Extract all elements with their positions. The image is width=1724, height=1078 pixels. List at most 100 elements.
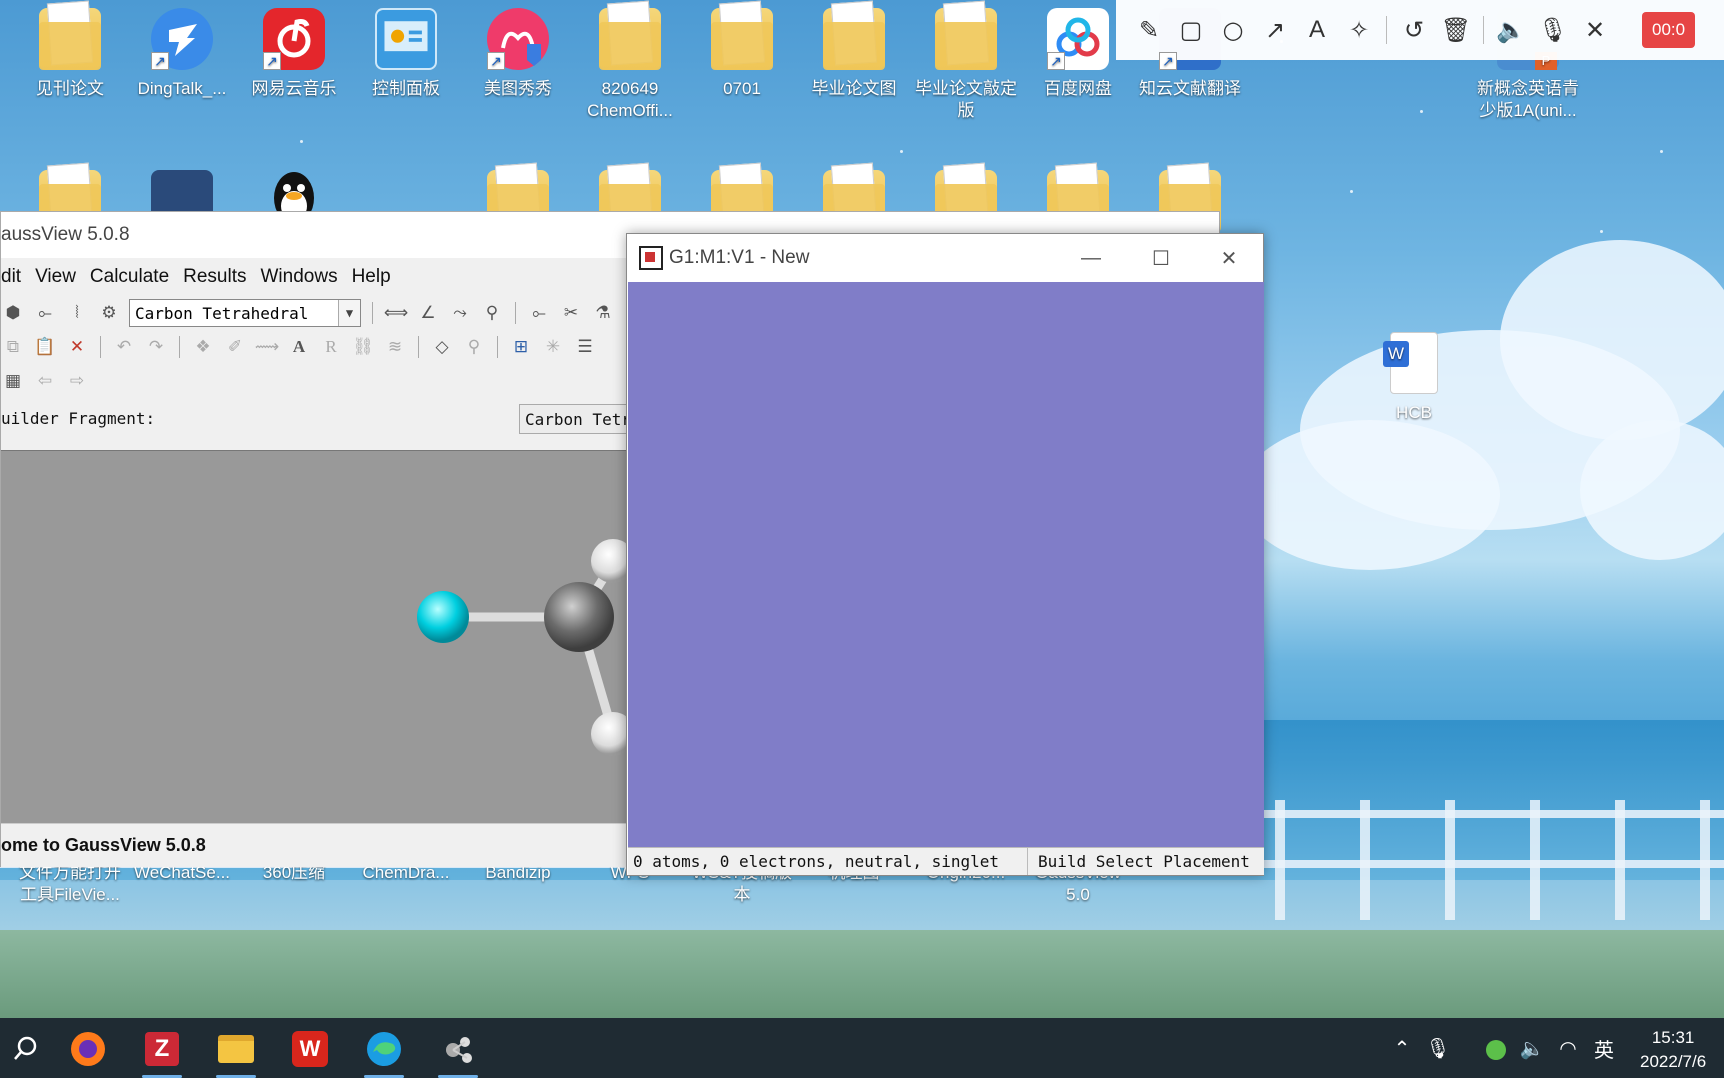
desktop-icon-label: 网易云音乐	[251, 79, 337, 98]
desktop-icon[interactable]: ↗ 美图秀秀	[463, 8, 573, 100]
chevron-down-icon[interactable]: ▼	[338, 300, 360, 326]
screen-record-toolbar: ✎ ▢ ○ ↗ A ✧ ↺ 🗑 🔈 🎙 ✕ 00:0	[1116, 0, 1724, 60]
wps-logo: W	[292, 1031, 328, 1067]
r-label-icon[interactable]: R	[319, 335, 343, 359]
app-tray-icon[interactable]	[1478, 1036, 1514, 1060]
close-icon[interactable]: ✕	[1574, 10, 1616, 50]
menu-calculate[interactable]: Calculate	[83, 266, 176, 288]
desktop-icon[interactable]: 毕业论文图	[799, 8, 909, 100]
desktop-icon-label: DingTalk_...	[137, 79, 227, 98]
builder-fragment-field[interactable]: Carbon Tetr	[519, 404, 639, 434]
r-group-icon[interactable]: ⟜	[33, 301, 57, 325]
back-arrow-icon[interactable]: ⇦	[33, 369, 57, 393]
molecule-info: 0 atoms, 0 electrons, neutral, singlet	[628, 848, 1028, 875]
trash-icon[interactable]: 🗑	[1435, 10, 1477, 50]
molecule-canvas[interactable]	[628, 282, 1264, 847]
element-icon[interactable]: ⬢	[1, 301, 25, 325]
dihedral-icon[interactable]: ⤳	[448, 301, 472, 325]
desktop-icon-label: 知云文献翻译	[1139, 79, 1241, 98]
arrow-icon[interactable]: ↗	[1254, 10, 1296, 50]
firefox-icon[interactable]	[62, 1026, 114, 1072]
desktop-icon-label: 控制面板	[372, 79, 440, 98]
desktop-icon[interactable]: W HCB	[1359, 332, 1469, 424]
clean-icon[interactable]: ⚗	[591, 301, 615, 325]
desktop-icon[interactable]: 0701	[687, 8, 797, 100]
custom-fragment-icon[interactable]: ⚙	[97, 301, 121, 325]
grid-icon[interactable]: ▦	[1, 369, 25, 393]
shortcut-arrow-icon: ↗	[1159, 52, 1177, 70]
desktop-icon[interactable]: ↗ 网易云音乐	[239, 8, 349, 100]
record-timer[interactable]: 00:0	[1642, 12, 1696, 48]
pen-icon[interactable]: ✎	[1128, 10, 1170, 50]
paste-icon[interactable]: 📋	[33, 335, 57, 359]
meitu-icon: ↗	[487, 8, 549, 70]
delete-atom-icon[interactable]: ✂	[559, 301, 583, 325]
folder-icon	[935, 8, 997, 70]
desktop-icon[interactable]: 毕业论文敲定版	[911, 8, 1021, 122]
add-view-icon[interactable]: ⊞	[509, 335, 533, 359]
desktop-icon[interactable]: 820649 ChemOffi...	[575, 8, 685, 122]
diamond-icon[interactable]: ◇	[430, 335, 454, 359]
bond-icon[interactable]: ⟺	[384, 301, 408, 325]
angle-icon[interactable]: ∠	[416, 301, 440, 325]
copy-icon[interactable]: ⧉	[1, 335, 25, 359]
close-icon[interactable]: ✕	[1209, 242, 1249, 274]
desktop-icon-label: HCB	[1396, 403, 1432, 422]
speaker-icon[interactable]: 🔈	[1514, 1036, 1550, 1060]
desktop-icon[interactable]: 文件万能打开工具FileVie...	[15, 862, 125, 906]
clock[interactable]: 15:31 2022/7/6	[1640, 1026, 1706, 1074]
ring-icon[interactable]: ⦚	[65, 301, 89, 325]
fragment-preview-viewer[interactable]	[1, 450, 641, 823]
wps-icon[interactable]: W	[284, 1026, 336, 1072]
atom-select-icon[interactable]: ✳	[541, 335, 565, 359]
fragment-select[interactable]: Carbon Tetrahedral ▼	[129, 299, 361, 327]
microphone-icon[interactable]: 🎙	[1532, 10, 1574, 50]
layers-icon[interactable]: ≋	[383, 335, 407, 359]
undo-icon[interactable]: ↺	[1393, 10, 1435, 50]
desktop-icon-label: 820649 ChemOffi...	[587, 79, 673, 120]
toolbar-separator	[1483, 16, 1484, 44]
desktop-icon[interactable]: 控制面板	[351, 8, 461, 100]
forward-arrow-icon[interactable]: ⇨	[65, 369, 89, 393]
menu-results[interactable]: Results	[176, 266, 253, 288]
search-icon[interactable]	[0, 1026, 52, 1072]
magic-wand-icon[interactable]: ✧	[1338, 10, 1380, 50]
text-label-icon[interactable]: A	[287, 335, 311, 359]
settings-icon[interactable]: ☰	[573, 335, 597, 359]
menu-help[interactable]: Help	[345, 266, 398, 288]
speaker-icon[interactable]: 🔈	[1490, 10, 1532, 50]
window-title-bar[interactable]: G1:M1:V1 - New — ☐ ✕	[627, 234, 1263, 282]
link-icon[interactable]: ⛓	[351, 335, 375, 359]
ime-indicator[interactable]: 英	[1586, 1034, 1622, 1063]
minimize-icon[interactable]: —	[1071, 242, 1111, 274]
file-explorer-icon[interactable]	[210, 1026, 262, 1078]
maximize-icon[interactable]: ☐	[1141, 242, 1181, 274]
rectangle-icon[interactable]: ▢	[1170, 10, 1212, 50]
text-icon[interactable]: A	[1296, 10, 1338, 50]
cloud	[1500, 240, 1724, 440]
inquire-icon[interactable]: ⚲	[480, 301, 504, 325]
desktop-icon[interactable]: 见刊论文	[15, 8, 125, 100]
circle-icon[interactable]: ○	[1212, 10, 1254, 50]
gaussview-icon[interactable]	[432, 1026, 484, 1078]
brush-icon[interactable]: ✐	[223, 335, 247, 359]
symmetry-icon[interactable]: ❖	[191, 335, 215, 359]
menu-edit[interactable]: dit	[1, 266, 28, 288]
bond-tool-icon[interactable]: ⟿	[255, 335, 279, 359]
undo-icon[interactable]: ↶	[112, 335, 136, 359]
menu-view[interactable]: View	[28, 266, 83, 288]
add-hydrogen-icon[interactable]: ⟜	[527, 301, 551, 325]
redo-icon[interactable]: ↷	[144, 335, 168, 359]
desktop-icon[interactable]: ↗ DingTalk_...	[127, 8, 237, 100]
delete-icon[interactable]: ✕	[65, 335, 89, 359]
wifi-icon[interactable]: ◠	[1550, 1036, 1586, 1060]
toolbar-separator	[418, 336, 419, 358]
pin-icon[interactable]: ⚲	[462, 335, 486, 359]
chevron-up-icon[interactable]: ⌃	[1384, 1036, 1420, 1060]
zotero-icon[interactable]: Z	[136, 1026, 188, 1078]
microphone-icon[interactable]: 🎙	[1420, 1036, 1456, 1060]
edge-icon[interactable]	[358, 1026, 410, 1078]
menu-windows[interactable]: Windows	[254, 266, 345, 288]
toolbar-separator	[515, 302, 516, 324]
toolbar-separator	[100, 336, 101, 358]
